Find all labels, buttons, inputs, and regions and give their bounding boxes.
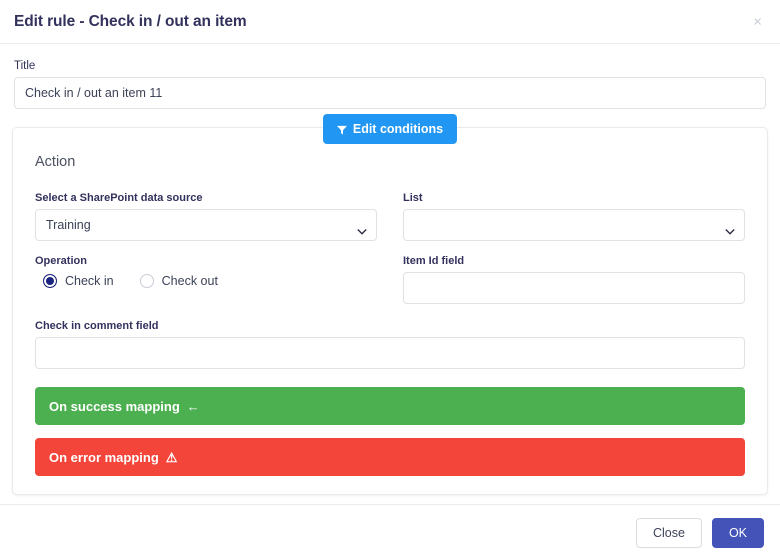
item-id-group: Item Id field xyxy=(403,255,745,304)
item-id-input[interactable] xyxy=(403,272,745,304)
radio-check-out-dot[interactable] xyxy=(139,274,154,288)
title-input[interactable] xyxy=(14,77,766,109)
dialog-header: Edit rule - Check in / out an item × xyxy=(0,0,780,44)
title-label: Title xyxy=(14,60,36,72)
edit-conditions-button[interactable]: Edit conditions xyxy=(322,114,458,144)
title-field-group: Title xyxy=(12,60,768,109)
dialog-footer: Close OK xyxy=(0,504,780,560)
dialog-title: Edit rule - Check in / out an item xyxy=(14,12,247,30)
on-error-mapping-bar[interactable]: On error mapping ⚠ xyxy=(35,438,745,476)
filter-funnel-icon xyxy=(336,124,347,135)
comment-field-group: Check in comment field xyxy=(35,320,745,369)
list-select-wrap xyxy=(403,209,745,241)
close-button[interactable]: Close xyxy=(635,517,702,548)
list-group: List xyxy=(403,192,745,241)
list-select[interactable] xyxy=(403,209,745,241)
action-heading: Action xyxy=(35,154,76,170)
on-error-mapping-label: On error mapping xyxy=(49,449,159,465)
edit-rule-dialog: Edit rule - Check in / out an item × Tit… xyxy=(0,0,780,560)
data-source-group: Select a SharePoint data source Training xyxy=(35,192,377,241)
data-source-label: Select a SharePoint data source xyxy=(35,192,203,204)
dialog-body: Title Edit conditions Action xyxy=(0,44,780,504)
on-success-mapping-label: On success mapping xyxy=(49,398,180,414)
left-column: Select a SharePoint data source Training xyxy=(35,192,377,304)
edit-conditions-wrap: Edit conditions xyxy=(25,114,755,144)
radio-check-in[interactable]: Check in xyxy=(43,274,114,288)
radio-check-out[interactable]: Check out xyxy=(139,274,218,288)
comment-field-label: Check in comment field xyxy=(35,320,159,332)
comment-field-input[interactable] xyxy=(35,337,745,369)
radio-check-in-dot[interactable] xyxy=(43,274,57,288)
edit-conditions-label: Edit conditions xyxy=(352,122,444,136)
right-column: List Item Id field xyxy=(403,192,745,304)
list-label: List xyxy=(403,192,423,204)
data-source-select[interactable]: Training xyxy=(35,209,377,241)
operation-label: Operation xyxy=(35,255,87,267)
action-card: Edit conditions Action Select a SharePoi… xyxy=(12,114,768,495)
warning-triangle-icon: ⚠ xyxy=(165,449,178,465)
on-success-mapping-bar[interactable]: On success mapping ← xyxy=(35,387,745,425)
item-id-label: Item Id field xyxy=(403,255,465,267)
ok-button[interactable]: OK xyxy=(711,517,764,548)
radio-check-in-label: Check in xyxy=(65,274,114,288)
operation-radio-group: Check in Check out xyxy=(35,274,377,288)
close-icon[interactable]: × xyxy=(749,12,766,31)
data-source-select-wrap: Training xyxy=(35,209,377,241)
action-fields-grid: Select a SharePoint data source Training xyxy=(35,192,745,304)
arrow-left-icon: ← xyxy=(186,398,200,414)
operation-group: Operation Check in Check out xyxy=(35,255,377,288)
radio-check-out-label: Check out xyxy=(161,274,218,288)
